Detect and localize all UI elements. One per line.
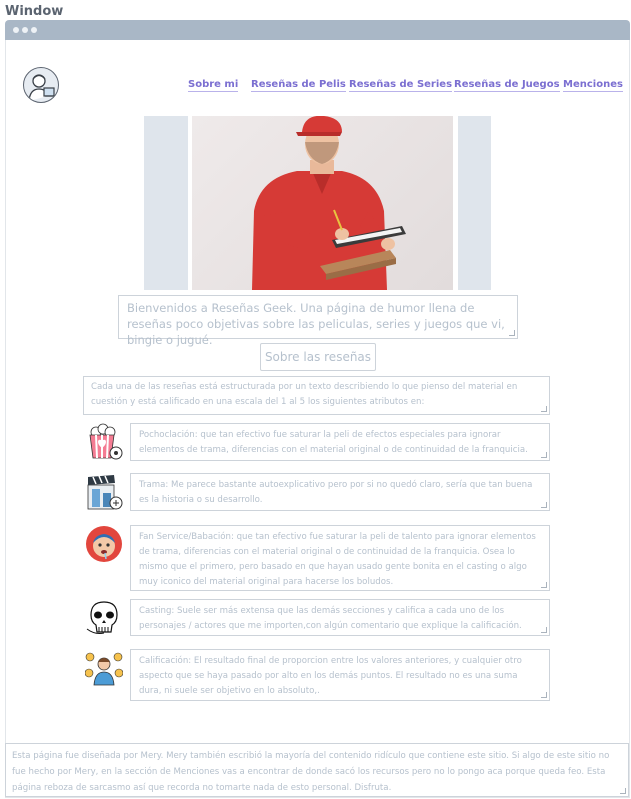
hero-side-panel-right [458, 116, 491, 290]
nav-link-menciones[interactable]: Menciones [563, 79, 623, 92]
footer-textarea[interactable]: Esta página fue diseñada por Mery. Mery … [5, 743, 629, 797]
window-titlebar[interactable] [5, 20, 630, 40]
nav-link-series[interactable]: Reseñas de Series [349, 79, 453, 92]
clapperboard-icon [85, 473, 123, 511]
window-dot-icon [13, 27, 19, 33]
criterion-calificacion-text[interactable]: Calificación: El resultado final de prop… [130, 649, 550, 701]
skull-mask-icon [85, 599, 123, 637]
drooling-face-icon [85, 525, 123, 563]
criterion-pochoclacion-text[interactable]: Pochoclación: que tan efectivo fue satur… [130, 423, 550, 461]
intro-textarea[interactable]: Cada una de las reseñas está estructurad… [83, 376, 550, 415]
nav-link-juegos[interactable]: Reseñas de Juegos [454, 79, 560, 92]
criterion-casting-text[interactable]: Casting: Suele ser más extensa que las d… [130, 599, 550, 636]
hero-image [192, 116, 453, 290]
site-logo-icon[interactable] [23, 67, 59, 103]
criterion-fan-service-text[interactable]: Fan Service/Babación: que tan efectivo f… [130, 525, 550, 591]
rating-person-icon [84, 649, 124, 687]
window-dot-icon [22, 27, 28, 33]
welcome-textarea[interactable]: Bienvenidos a Reseñas Geek. Una página d… [118, 295, 518, 347]
about-reviews-button[interactable]: Sobre las reseñas [260, 343, 376, 371]
popcorn-icon [85, 423, 123, 461]
nav-link-sobre-mi[interactable]: Sobre mi [188, 79, 239, 92]
nav-link-pelis[interactable]: Reseñas de Pelis [251, 79, 346, 92]
hero-side-panel-left [144, 116, 188, 290]
window-title: Window [5, 4, 64, 19]
window-dot-icon [31, 27, 37, 33]
criterion-trama-text[interactable]: Trama: Me parece bastante autoexplicativ… [130, 473, 550, 511]
